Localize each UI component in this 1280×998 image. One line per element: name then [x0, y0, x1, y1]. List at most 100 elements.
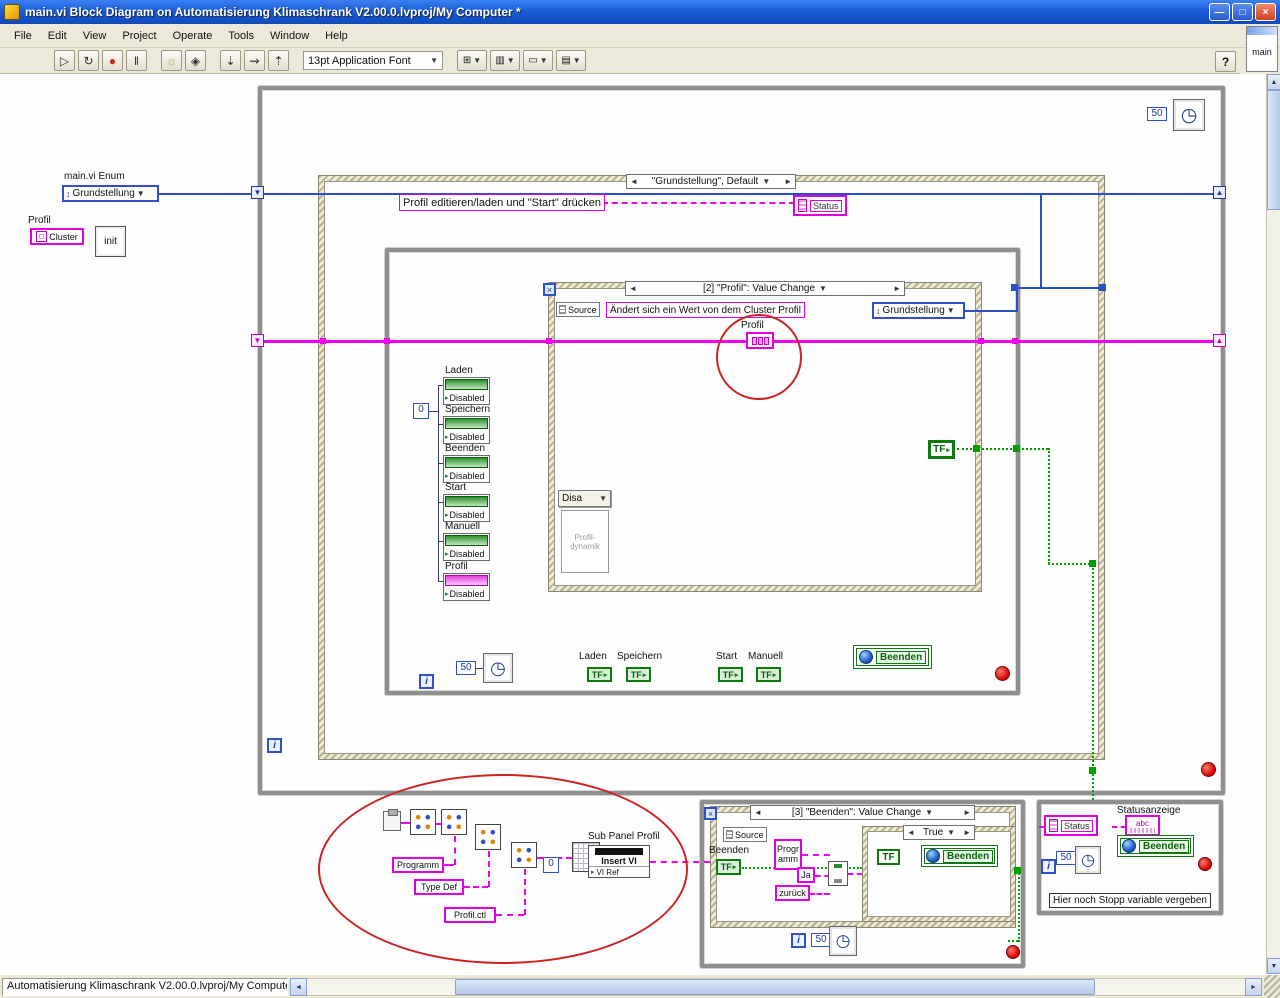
run-button[interactable]: ▷	[54, 50, 75, 71]
scroll-right-button[interactable]: ►	[1245, 978, 1262, 996]
dropdown-icon[interactable]: ▼	[925, 808, 933, 817]
boolean-wire[interactable]	[1092, 774, 1094, 800]
dropdown-icon[interactable]: ▼	[819, 284, 827, 293]
boolean-terminal[interactable]: TF ▸	[626, 667, 651, 682]
wait-constant[interactable]: 50	[1147, 107, 1167, 121]
prev-case-icon[interactable]: ◄	[629, 284, 637, 293]
boolean-terminal[interactable]: TF ▸	[718, 667, 743, 682]
wait-ms-multiple-icon[interactable]: ◷	[829, 926, 857, 956]
property-node[interactable]: ▸ Disabled	[443, 494, 490, 522]
iteration-terminal[interactable]: i	[267, 738, 282, 753]
tunnel[interactable]	[1089, 767, 1096, 774]
event-case-selector[interactable]: ◄ "Grundstellung", Default ▼ ►	[626, 174, 796, 189]
beenden-button[interactable]: Beenden	[853, 645, 933, 669]
close-button[interactable]: ×	[1255, 3, 1276, 21]
scroll-down-button[interactable]: ▼	[1267, 958, 1280, 974]
property-node[interactable]: ▸ Disabled	[443, 573, 490, 601]
string-wire[interactable]	[809, 893, 830, 895]
loop-condition-terminal[interactable]	[1201, 762, 1216, 777]
wait-ms-multiple-icon[interactable]: ◷	[483, 653, 513, 683]
next-case-icon[interactable]: ►	[893, 284, 901, 293]
scroll-left-button[interactable]: ◄	[290, 978, 307, 996]
disa-ring-constant[interactable]: Disa ▼	[558, 490, 611, 507]
tunnel[interactable]	[1089, 560, 1096, 567]
shift-register-right[interactable]: ▲	[1213, 186, 1226, 199]
wait-ms-multiple-icon[interactable]: ◷	[1075, 846, 1101, 874]
event-case-selector[interactable]: ◄ [3] "Beenden": Value Change ▼ ►	[750, 805, 975, 820]
shift-register-left[interactable]: ▼	[251, 186, 264, 199]
resize-objects-button[interactable]: ▭ ▼	[523, 50, 553, 71]
boolean-constant[interactable]: TF ▸	[928, 440, 955, 459]
loop-condition-terminal[interactable]	[1198, 857, 1212, 871]
property-node[interactable]: ▸ Disabled	[443, 533, 490, 561]
string-constant[interactable]: Programm	[774, 839, 802, 870]
string-wire[interactable]	[802, 854, 830, 856]
event-source-terminal[interactable]: Source	[723, 827, 767, 842]
run-continuous-button[interactable]: ↻	[78, 50, 99, 71]
vertical-scrollbar[interactable]: ▲ ▼	[1266, 74, 1280, 974]
wait-constant[interactable]: 50	[456, 661, 476, 675]
highlight-execution-button[interactable]: ☼	[161, 50, 182, 71]
prev-case-icon[interactable]: ◄	[907, 828, 915, 837]
menu-window[interactable]: Window	[262, 27, 317, 45]
font-selector[interactable]: 13pt Application Font ▼	[303, 51, 443, 70]
shift-register-left[interactable]: ▼	[251, 334, 264, 347]
beenden-button[interactable]: Beenden	[921, 845, 999, 867]
enum-wire[interactable]	[964, 310, 1018, 312]
string-constant[interactable]: zurück	[775, 885, 810, 901]
menu-tools[interactable]: Tools	[220, 27, 262, 45]
next-case-icon[interactable]: ►	[784, 177, 792, 186]
tunnel[interactable]	[1012, 338, 1018, 344]
shift-register-right[interactable]: ▲	[1213, 334, 1226, 347]
tunnel[interactable]	[320, 338, 326, 344]
menu-file[interactable]: File	[6, 27, 40, 45]
enum-wire[interactable]	[1016, 287, 1105, 289]
pause-button[interactable]: ‖	[126, 50, 147, 71]
boolean-wire[interactable]	[1048, 563, 1094, 565]
tunnel[interactable]	[384, 338, 390, 344]
distribute-objects-button[interactable]: ▥ ▼	[490, 50, 520, 71]
event-timeout-terminal[interactable]: ×	[704, 807, 717, 820]
horizontal-scroll-thumb[interactable]	[455, 979, 1095, 995]
iteration-terminal[interactable]: i	[791, 933, 806, 948]
abort-button[interactable]: ●	[102, 50, 123, 71]
resize-gripper[interactable]	[1264, 975, 1280, 998]
tunnel[interactable]	[978, 338, 984, 344]
dropdown-icon[interactable]: ▼	[762, 177, 770, 186]
cluster-terminal[interactable]: Cluster	[30, 228, 84, 245]
prev-case-icon[interactable]: ◄	[630, 177, 638, 186]
vi-icon-badge[interactable]: main	[1246, 26, 1278, 72]
enum-constant[interactable]: ↕ Grundstellung ▼	[872, 302, 965, 319]
menu-edit[interactable]: Edit	[40, 27, 75, 45]
loop-condition-terminal[interactable]	[995, 666, 1010, 681]
boolean-wire[interactable]	[1018, 870, 1020, 942]
tunnel[interactable]	[1011, 284, 1018, 291]
dropdown-icon[interactable]: ▼	[947, 828, 955, 837]
tunnel[interactable]	[1014, 867, 1021, 874]
property-node[interactable]: ▸ Disabled	[443, 455, 490, 483]
menu-operate[interactable]: Operate	[165, 27, 221, 45]
iteration-terminal[interactable]: i	[1041, 859, 1056, 874]
enum-wire[interactable]	[158, 193, 1213, 195]
property-node[interactable]: ▸ Disabled	[443, 377, 490, 405]
select-function-icon[interactable]	[828, 861, 848, 886]
loop-condition-terminal[interactable]	[1006, 945, 1020, 959]
status-string-wire[interactable]	[602, 202, 795, 204]
step-into-button[interactable]: ⇣	[220, 50, 241, 71]
profil-dynamik-subvi-icon[interactable]: Profil-dynamik	[561, 510, 609, 573]
status-local-variable[interactable]: Status	[793, 195, 847, 216]
boolean-terminal[interactable]: TF ▸	[587, 667, 612, 682]
menu-help[interactable]: Help	[317, 27, 356, 45]
tunnel[interactable]	[1013, 445, 1020, 452]
event-case-selector[interactable]: ◄ [2] "Profil": Value Change ▼ ►	[625, 281, 905, 296]
status-local-variable[interactable]: Status	[1044, 815, 1098, 836]
next-case-icon[interactable]: ►	[963, 828, 971, 837]
wait-constant[interactable]: 50	[811, 933, 831, 947]
boolean-terminal[interactable]: TF ▸	[756, 667, 781, 682]
enum-constant[interactable]: ↕ Grundstellung ▼	[62, 185, 159, 202]
case-selector[interactable]: ◄ True ▼ ►	[903, 825, 975, 840]
index-wire[interactable]	[429, 411, 438, 412]
reorder-button[interactable]: ▤ ▼	[556, 50, 586, 71]
string-wire[interactable]	[1112, 826, 1126, 828]
retain-wire-values-button[interactable]: ◈	[185, 50, 206, 71]
